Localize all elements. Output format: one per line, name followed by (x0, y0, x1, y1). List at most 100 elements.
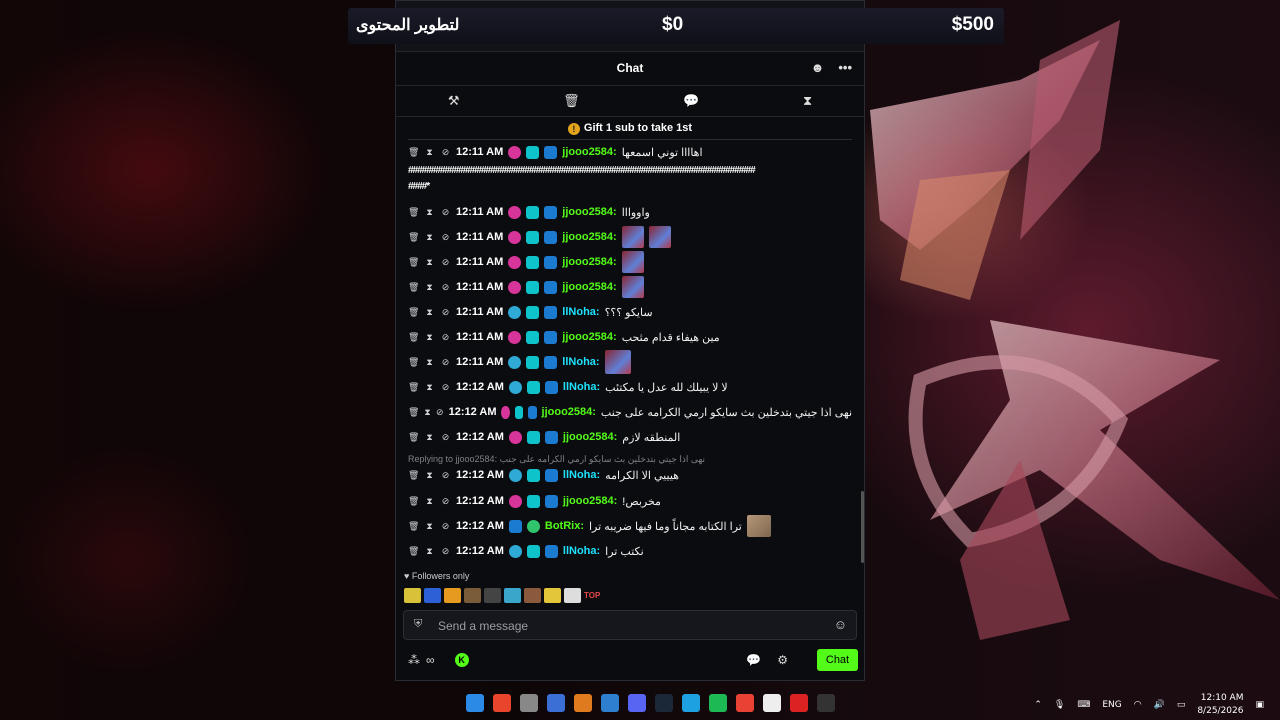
timeout-icon[interactable]: ⧗ (424, 546, 435, 557)
timeout-icon[interactable]: ⧗ (424, 382, 435, 393)
emote-button[interactable] (504, 588, 521, 603)
username[interactable]: jjooo2584: (562, 331, 616, 343)
chat-scrollbar[interactable] (861, 491, 864, 563)
username[interactable]: jjooo2584: (563, 431, 617, 443)
ban-icon[interactable]: ⊘ (440, 147, 451, 158)
emoji-picker-icon[interactable]: ☺ (834, 617, 847, 632)
emote-button[interactable] (524, 588, 541, 603)
emote-button[interactable] (544, 588, 561, 603)
ban-icon[interactable]: ⊘ (440, 232, 451, 243)
wifi-icon[interactable]: ◠ (1134, 700, 1142, 710)
notification-icon[interactable]: ▣ (1255, 700, 1264, 710)
hourglass-icon[interactable]: ⧗ (803, 93, 812, 109)
blender-icon[interactable] (574, 694, 592, 712)
timeout-icon[interactable]: ⧗ (424, 496, 435, 507)
microphone-icon[interactable]: 🎙 (1054, 700, 1065, 710)
message-list[interactable]: 🗑 ⧗ ⊘ 12:11 AM jjooo2584: اهاااا توني اسمع… (396, 141, 864, 566)
language-indicator[interactable]: ENG (1102, 700, 1121, 710)
ban-icon[interactable]: ⊘ (440, 496, 451, 507)
chevron-up-icon[interactable]: ⌃ (1034, 700, 1042, 710)
delete-icon[interactable]: 🗑 (408, 257, 419, 268)
username[interactable]: jjooo2584: (562, 256, 616, 268)
notepad-icon[interactable] (763, 694, 781, 712)
chat-bubble-icon[interactable]: 💬 (683, 93, 699, 109)
emote-button[interactable] (444, 588, 461, 603)
ban-icon[interactable]: ⊘ (440, 521, 451, 532)
username[interactable]: llNoha: (563, 469, 600, 481)
spotify-icon[interactable] (709, 694, 727, 712)
username[interactable]: llNoha: (562, 306, 599, 318)
timeout-icon[interactable]: ⧗ (424, 257, 435, 268)
delete-icon[interactable]: 🗑 (408, 147, 419, 158)
ban-icon[interactable]: ⊘ (440, 432, 451, 443)
start-menu-icon[interactable] (466, 694, 484, 712)
emote-button[interactable] (484, 588, 501, 603)
username[interactable]: llNoha: (563, 545, 600, 557)
username[interactable]: BotRix: (545, 520, 584, 532)
keyboard-icon[interactable]: ⌨ (1077, 700, 1090, 710)
emote-button[interactable] (424, 588, 441, 603)
hammer-icon[interactable]: ⚒ (448, 93, 460, 109)
delete-icon[interactable]: 🗑 (408, 307, 419, 318)
timeout-icon[interactable]: ⧗ (424, 207, 435, 218)
message-input[interactable] (436, 615, 810, 637)
top-emote[interactable]: TOP (584, 591, 600, 600)
delete-icon[interactable]: 🗑 (408, 496, 419, 507)
emote-button[interactable] (564, 588, 581, 603)
username[interactable]: llNoha: (562, 356, 599, 368)
timeout-icon[interactable]: ⧗ (424, 332, 435, 343)
pinned-gift-banner[interactable]: ! Gift 1 sub to take 1st (408, 117, 852, 140)
timeout-icon[interactable]: ⧗ (424, 232, 435, 243)
ban-icon[interactable]: ⊘ (436, 407, 444, 418)
chat-bubble-icon[interactable]: 💬 (746, 653, 761, 667)
points-icon[interactable]: ⁂ (408, 653, 420, 667)
chrome-icon[interactable] (736, 694, 754, 712)
timeout-icon[interactable]: ⧗ (424, 307, 435, 318)
ban-icon[interactable]: ⊘ (440, 307, 451, 318)
username[interactable]: jjooo2584: (562, 206, 616, 218)
username[interactable]: jjooo2584: (562, 281, 616, 293)
delete-icon[interactable]: 🗑 (408, 407, 419, 418)
delete-icon[interactable]: 🗑 (408, 357, 419, 368)
more-options-icon[interactable]: ••• (838, 53, 852, 83)
ban-icon[interactable]: ⊘ (440, 382, 451, 393)
username[interactable]: jjooo2584: (542, 406, 596, 418)
steam-icon[interactable] (655, 694, 673, 712)
ban-icon[interactable]: ⊘ (440, 470, 451, 481)
obs-icon[interactable] (817, 694, 835, 712)
delete-icon[interactable]: 🗑 (408, 232, 419, 243)
emote-button[interactable] (404, 588, 421, 603)
trash-icon[interactable]: 🗑 (563, 93, 580, 109)
app-icon[interactable] (601, 694, 619, 712)
battery-icon[interactable]: ▭ (1177, 700, 1186, 710)
username[interactable]: jjooo2584: (562, 231, 616, 243)
delete-icon[interactable]: 🗑 (408, 207, 419, 218)
delete-icon[interactable]: 🗑 (408, 546, 419, 557)
timeout-icon[interactable]: ⧗ (424, 521, 435, 532)
app-icon[interactable] (790, 694, 808, 712)
discord-icon[interactable] (628, 694, 646, 712)
user-settings-icon[interactable]: ☻ (811, 53, 825, 83)
kick-badge-icon[interactable]: K (454, 653, 469, 667)
infinity-icon[interactable]: ∞ (426, 653, 435, 667)
delete-icon[interactable]: 🗑 (408, 521, 419, 532)
ban-icon[interactable]: ⊘ (440, 546, 451, 557)
timeout-icon[interactable]: ⧗ (424, 407, 431, 418)
edge-icon[interactable] (682, 694, 700, 712)
ban-icon[interactable]: ⊘ (440, 282, 451, 293)
clock[interactable]: 12:10 AM 8/25/2026 (1197, 692, 1243, 718)
ban-icon[interactable]: ⊘ (440, 257, 451, 268)
app-icon[interactable] (520, 694, 538, 712)
volume-icon[interactable]: 🔊 (1154, 700, 1165, 710)
delete-icon[interactable]: 🗑 (408, 282, 419, 293)
timeout-icon[interactable]: ⧗ (424, 357, 435, 368)
delete-icon[interactable]: 🗑 (408, 470, 419, 481)
brave-browser-icon[interactable] (493, 694, 511, 712)
delete-icon[interactable]: 🗑 (408, 332, 419, 343)
username[interactable]: jjooo2584: (563, 495, 617, 507)
timeout-icon[interactable]: ⧗ (424, 432, 435, 443)
timeout-icon[interactable]: ⧗ (424, 147, 435, 158)
send-chat-button[interactable]: Chat (817, 649, 858, 671)
timeout-icon[interactable]: ⧗ (424, 470, 435, 481)
username[interactable]: jjooo2584: (562, 146, 616, 158)
